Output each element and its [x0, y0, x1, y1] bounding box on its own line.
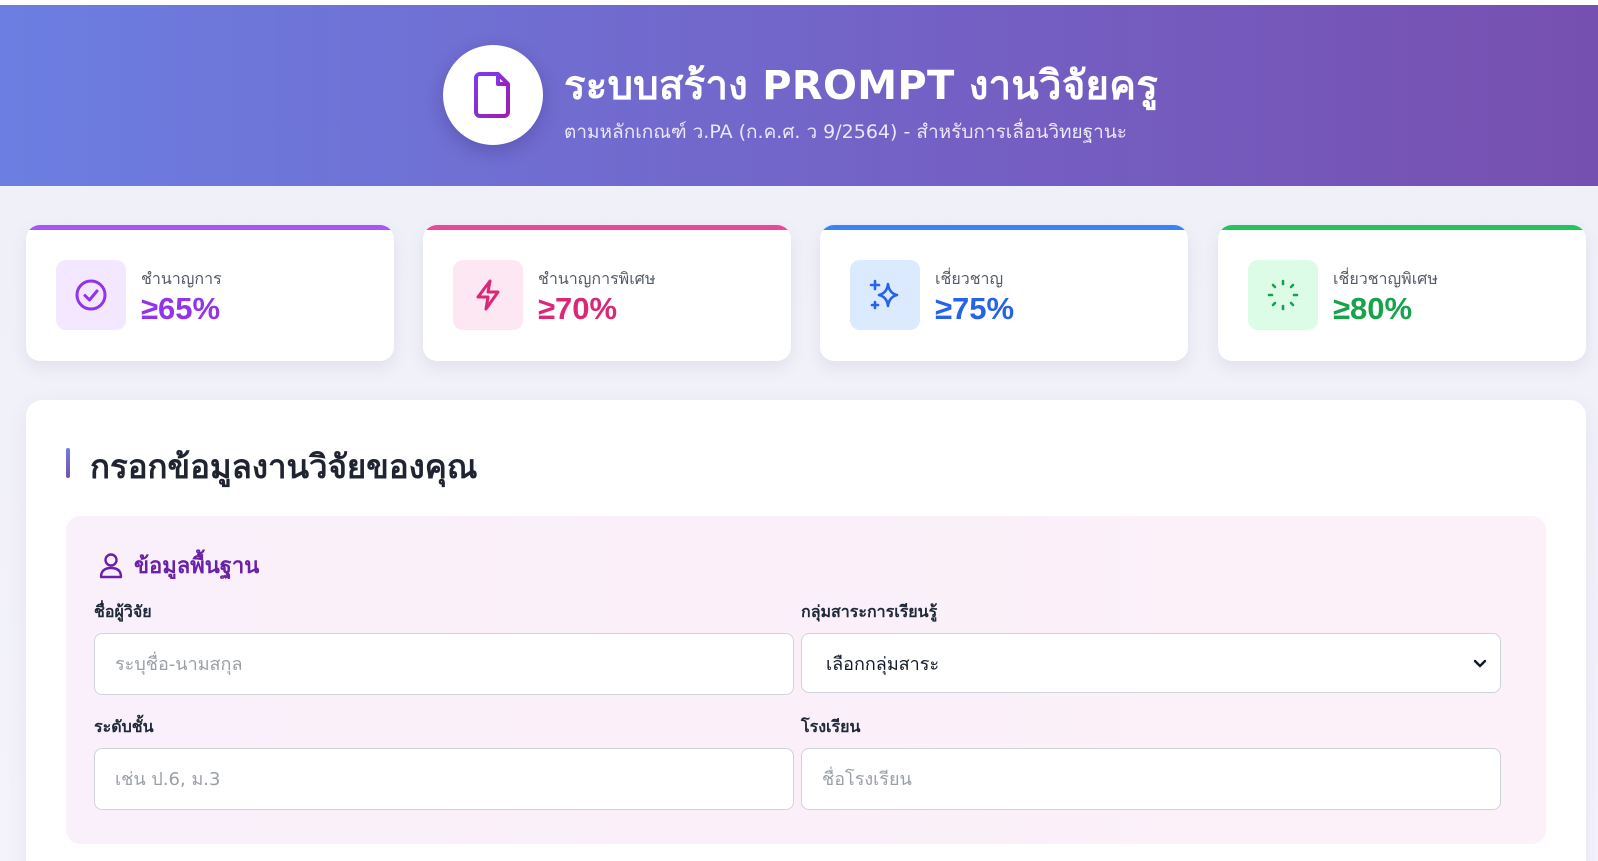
subject-group-label: กลุ่มสาระการเรียนรู้: [801, 602, 938, 621]
researcher-name-label: ชื่อผู้วิจัย: [94, 602, 152, 621]
level-card-chamnan-phiset: ชำนาญการพิเศษ ≥70%: [423, 225, 791, 361]
card-icon-box: [453, 260, 523, 330]
school-label: โรงเรียน: [801, 717, 861, 736]
level-label: ชำนาญการพิเศษ: [538, 269, 656, 288]
card-icon-box: [56, 260, 126, 330]
title-accent-bar: [66, 448, 70, 478]
sparkles-icon: [869, 279, 899, 310]
basic-info-section: ข้อมูลพื้นฐาน ชื่อผู้วิจัย กลุ่มสาระการเ…: [66, 516, 1546, 844]
section-title: ข้อมูลพื้นฐาน: [134, 554, 260, 579]
level-label: ชำนาญการ: [141, 269, 222, 288]
level-card-chamnan: ชำนาญการ ≥65%: [26, 225, 394, 361]
level-threshold: ≥65%: [141, 291, 221, 326]
level-label: เชี่ยวชาญพิเศษ: [1333, 269, 1438, 288]
card-accent-bar: [423, 225, 791, 230]
section-header: ข้อมูลพื้นฐาน: [98, 548, 259, 583]
header-banner: ระบบสร้าง PROMPT งานวิจัยครู ตามหลักเกณฑ…: [0, 0, 1598, 186]
page-title: ระบบสร้าง PROMPT งานวิจัยครู: [564, 63, 1159, 109]
level-card-chiaochan: เชี่ยวชาญ ≥75%: [820, 225, 1188, 361]
chevron-down-icon: [1473, 659, 1487, 668]
check-circle-icon: [75, 279, 107, 311]
card-icon-box: [850, 260, 920, 330]
grade-level-input[interactable]: [94, 748, 794, 810]
document-icon: [474, 72, 510, 118]
lightning-icon: [476, 279, 500, 311]
level-threshold: ≥80%: [1333, 291, 1413, 326]
card-accent-bar: [1218, 225, 1586, 230]
research-form-panel: กรอกข้อมูลงานวิจัยของคุณ ข้อมูลพื้นฐาน ช…: [26, 400, 1586, 861]
subject-group-selected: เลือกกลุ่มสาระ: [826, 653, 940, 675]
level-threshold: ≥75%: [935, 291, 1015, 326]
level-threshold: ≥70%: [538, 291, 618, 326]
researcher-name-input[interactable]: [94, 633, 794, 695]
form-title: กรอกข้อมูลงานวิจัยของคุณ: [90, 447, 478, 486]
level-label: เชี่ยวชาญ: [935, 269, 1004, 288]
card-accent-bar: [26, 225, 394, 230]
page-subtitle: ตามหลักเกณฑ์ ว.PA (ก.ค.ศ. ว 9/2564) - สำ…: [564, 121, 1128, 143]
card-icon-box: [1248, 260, 1318, 330]
grade-level-label: ระดับชั้น: [94, 717, 154, 736]
logo: [443, 45, 543, 145]
loader-icon: [1267, 279, 1299, 311]
level-card-chiaochan-phiset: เชี่ยวชาญพิเศษ ≥80%: [1218, 225, 1586, 361]
school-input[interactable]: [801, 748, 1501, 810]
subject-group-select[interactable]: เลือกกลุ่มสาระ: [801, 633, 1501, 693]
card-accent-bar: [820, 225, 1188, 230]
user-icon: [99, 552, 123, 578]
